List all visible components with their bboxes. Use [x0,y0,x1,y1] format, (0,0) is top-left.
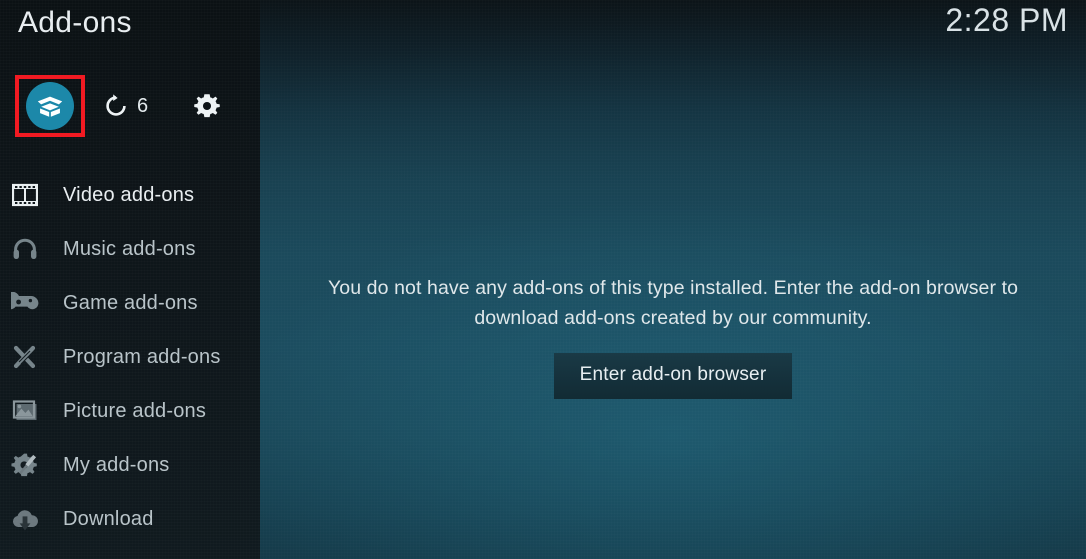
sidebar-menu: Video add-ons Music add-ons Game add-ons… [0,168,260,546]
refresh-button[interactable] [98,75,134,137]
photos-icon [10,396,40,426]
empty-state: You do not have any add-ons of this type… [260,273,1086,399]
sidebar-item-label: Download [63,507,154,530]
sidebar-item-label: Video add-ons [63,183,195,206]
addons-category-button[interactable] [15,75,85,137]
settings-button[interactable] [188,75,226,137]
sidebar-item-game-add-ons[interactable]: Game add-ons [0,276,260,330]
update-count: 6 [137,94,149,117]
sidebar-item-picture-add-ons[interactable]: Picture add-ons [0,384,260,438]
cloud-download-icon [10,504,40,534]
sidebar-item-my-add-ons[interactable]: My add-ons [0,438,260,492]
gear-screwdriver-icon [10,450,40,480]
headphones-icon [10,234,40,264]
film-strip-icon [10,180,40,210]
sidebar-item-video-add-ons[interactable]: Video add-ons [0,168,260,222]
sidebar-item-label: Game add-ons [63,291,198,314]
sidebar-item-download[interactable]: Download [0,492,260,546]
sidebar-item-music-add-ons[interactable]: Music add-ons [0,222,260,276]
enter-addon-browser-button[interactable]: Enter add-on browser [553,353,793,399]
sidebar-item-label: Music add-ons [63,237,196,260]
sidebar-item-label: My add-ons [63,453,170,476]
clock: 2:28 PM [945,2,1068,38]
crossed-tools-icon [10,342,40,372]
gear-icon [194,94,220,118]
kodi-addons-screen: Add-ons 2:28 PM 6 Video add-ons Music ad… [0,0,1086,559]
refresh-icon [106,94,126,116]
empty-state-message: You do not have any add-ons of this type… [327,277,1019,329]
page-title: Add-ons [18,6,132,39]
sidebar-item-label: Program add-ons [63,345,221,368]
sidebar-item-program-add-ons[interactable]: Program add-ons [0,330,260,384]
gamepad-icon [10,288,40,318]
open-box-icon [26,82,74,130]
toolbar: 6 [0,75,260,139]
sidebar-item-label: Picture add-ons [63,399,207,422]
